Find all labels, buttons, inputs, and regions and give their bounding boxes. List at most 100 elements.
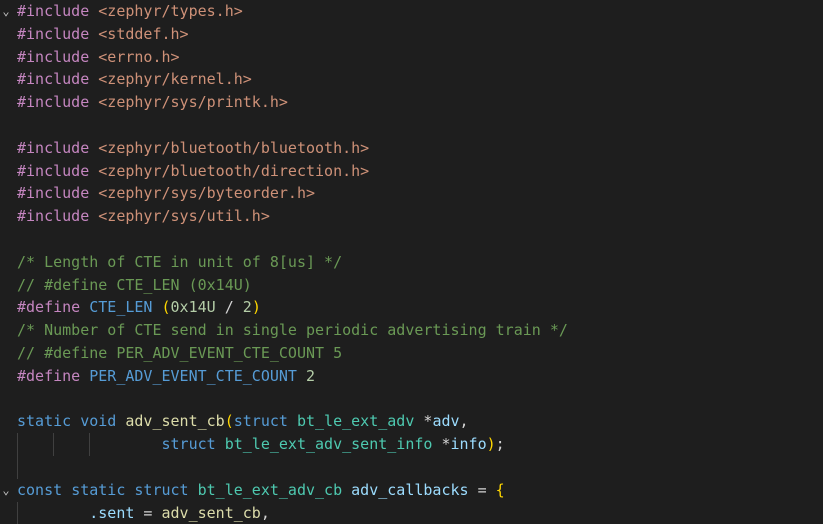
code-token: struct xyxy=(161,435,216,454)
code-token: <zephyr/sys/byteorder.h> xyxy=(98,184,316,203)
code-token: struct xyxy=(233,412,288,431)
code-token: 2 xyxy=(242,298,252,317)
code-text: #include <zephyr/types.h> xyxy=(17,0,243,23)
code-token: , xyxy=(459,412,469,431)
code-line[interactable]: struct bt_le_ext_adv_sent_info *info); xyxy=(0,433,823,456)
code-token: , xyxy=(260,503,270,522)
code-token: { xyxy=(495,480,505,499)
code-line[interactable] xyxy=(0,228,823,251)
code-token: static xyxy=(71,480,126,499)
code-text: #include <zephyr/sys/byteorder.h> xyxy=(17,182,315,205)
code-line[interactable]: #define CTE_LEN (0x14U / 2) xyxy=(0,296,823,319)
code-token: CTE_LEN xyxy=(89,298,153,317)
code-line[interactable]: /* Length of CTE in unit of 8[us] */ xyxy=(0,251,823,274)
code-line[interactable]: #include <zephyr/sys/byteorder.h> xyxy=(0,182,823,205)
code-token: <zephyr/bluetooth/bluetooth.h> xyxy=(98,138,370,157)
code-text: #include <stddef.h> xyxy=(17,23,189,46)
code-token: #define xyxy=(17,366,81,385)
code-text: const static struct bt_le_ext_adv_cb adv… xyxy=(17,479,505,502)
code-text: #include <zephyr/bluetooth/bluetooth.h> xyxy=(17,137,369,160)
code-token: <zephyr/kernel.h> xyxy=(98,70,252,89)
code-token: #include xyxy=(17,207,90,226)
code-line[interactable] xyxy=(0,456,823,479)
code-token: <zephyr/sys/printk.h> xyxy=(98,93,288,112)
code-text: // #define CTE_LEN (0x14U) xyxy=(17,274,252,297)
indent-guide xyxy=(17,456,18,479)
code-token: info xyxy=(450,435,487,454)
code-text: .sent = adv_sent_cb, xyxy=(17,502,270,524)
code-token: .sent xyxy=(89,503,135,522)
code-line[interactable]: #include <errno.h> xyxy=(0,46,823,69)
code-token: #include xyxy=(17,161,90,180)
code-line[interactable]: #include <zephyr/bluetooth/direction.h> xyxy=(0,160,823,183)
code-token: #include xyxy=(17,184,90,203)
code-line[interactable]: ⌄ #include <zephyr/types.h> xyxy=(0,0,823,23)
code-token: = xyxy=(468,480,496,499)
code-token: #include xyxy=(17,70,90,89)
code-token: ( xyxy=(224,412,234,431)
code-token: #include xyxy=(17,138,90,157)
code-line[interactable]: static void adv_sent_cb(struct bt_le_ext… xyxy=(0,410,823,433)
code-line[interactable]: #include <zephyr/sys/printk.h> xyxy=(0,91,823,114)
code-line[interactable] xyxy=(0,388,823,411)
code-token: <stddef.h> xyxy=(98,24,189,43)
code-line[interactable]: // #define CTE_LEN (0x14U) xyxy=(0,274,823,297)
code-token: adv_sent_cb xyxy=(125,412,225,431)
code-line[interactable]: #include <zephyr/sys/util.h> xyxy=(0,205,823,228)
code-text: #include <zephyr/kernel.h> xyxy=(17,68,252,91)
code-token: ) xyxy=(251,298,261,317)
code-line[interactable]: #define PER_ADV_EVENT_CTE_COUNT 2 xyxy=(0,365,823,388)
code-line[interactable]: .sent = adv_sent_cb, xyxy=(0,501,823,524)
code-text: #include <errno.h> xyxy=(17,46,180,69)
code-token: * xyxy=(432,435,451,454)
code-line[interactable]: #include <zephyr/kernel.h> xyxy=(0,68,823,91)
code-token: <errno.h> xyxy=(98,47,180,66)
code-line[interactable]: // #define PER_ADV_EVENT_CTE_COUNT 5 xyxy=(0,342,823,365)
code-token: ( xyxy=(161,298,171,317)
code-text: struct bt_le_ext_adv_sent_info *info); xyxy=(17,433,505,456)
code-token: <zephyr/types.h> xyxy=(98,2,243,20)
code-token: void xyxy=(80,412,117,431)
code-token: 2 xyxy=(306,366,316,385)
fold-chevron-icon[interactable]: ⌄ xyxy=(0,479,12,502)
code-token: 0x14U xyxy=(170,298,216,317)
code-text: #define PER_ADV_EVENT_CTE_COUNT 2 xyxy=(17,365,315,388)
code-token: adv xyxy=(432,412,460,431)
code-token: ) xyxy=(486,435,496,454)
code-token: #include xyxy=(17,93,90,112)
code-text: // #define PER_ADV_EVENT_CTE_COUNT 5 xyxy=(17,342,342,365)
code-token: /* Length of CTE in unit of 8[us] */ xyxy=(17,252,343,271)
code-line[interactable] xyxy=(0,114,823,137)
code-token: #include xyxy=(17,47,90,66)
code-line[interactable]: ⌄ const static struct bt_le_ext_adv_cb ad… xyxy=(0,479,823,502)
code-line[interactable]: #include <stddef.h> xyxy=(0,23,823,46)
code-token: <zephyr/bluetooth/direction.h> xyxy=(98,161,370,180)
code-text: /* Length of CTE in unit of 8[us] */ xyxy=(17,251,342,274)
code-line[interactable]: #include <zephyr/bluetooth/bluetooth.h> xyxy=(0,137,823,160)
code-text: #define CTE_LEN (0x14U / 2) xyxy=(17,296,261,319)
code-token: static xyxy=(17,412,72,431)
code-token: #include xyxy=(17,24,90,43)
code-token: / xyxy=(215,298,243,317)
code-line[interactable]: /* Number of CTE send in single periodic… xyxy=(0,319,823,342)
code-text: #include <zephyr/sys/util.h> xyxy=(17,205,270,228)
code-editor[interactable]: ⌄ #include <zephyr/types.h> #include <stdd… xyxy=(0,0,823,524)
fold-chevron-icon[interactable]: ⌄ xyxy=(0,0,12,23)
